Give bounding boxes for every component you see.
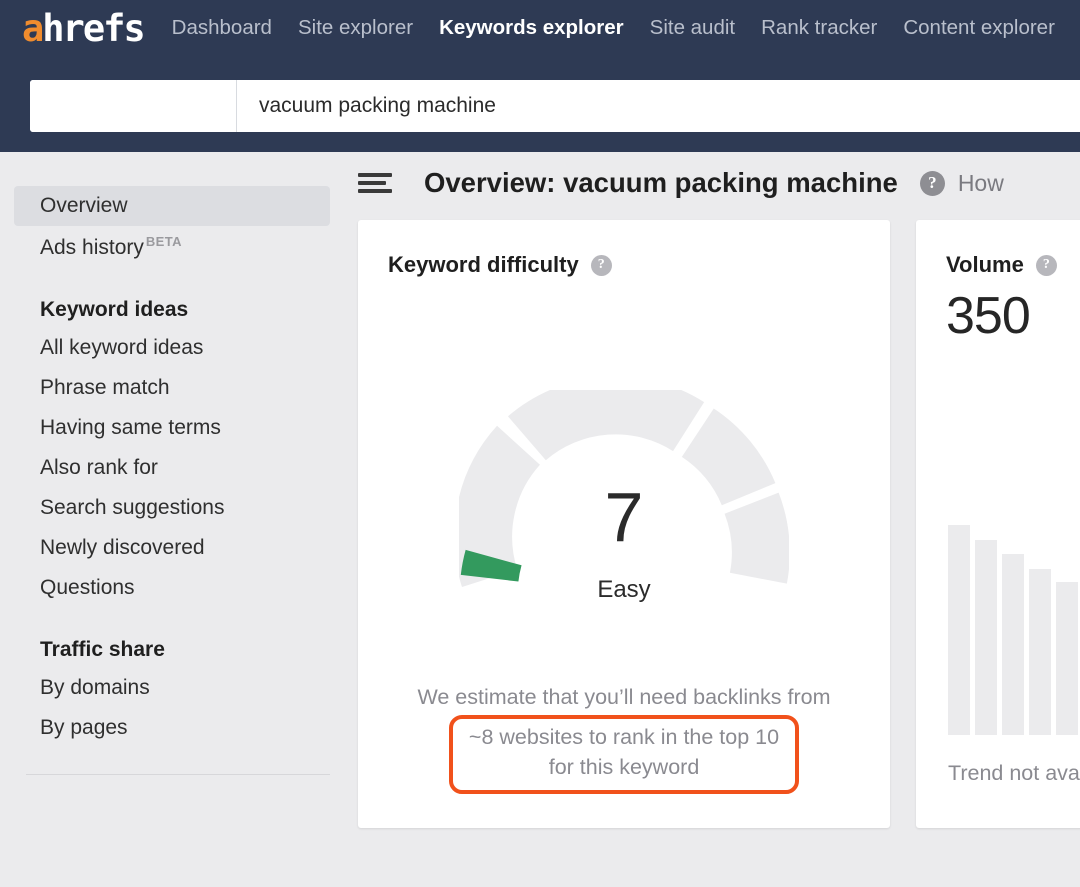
sidebar: Overview Ads historyBETA Keyword ideas A…	[0, 152, 345, 887]
card-title: Volume ?	[916, 220, 1080, 278]
volume-bar	[1056, 582, 1078, 735]
sidebar-item-newly-discovered[interactable]: Newly discovered	[14, 528, 330, 568]
logo-letter-a: a	[22, 7, 42, 50]
sidebar-item-label: Ads history	[40, 236, 144, 259]
nav-item-content-explorer[interactable]: Content explorer	[903, 16, 1055, 40]
difficulty-value: 7	[459, 482, 789, 552]
beta-badge: BETA	[146, 234, 182, 249]
metric-cards: Keyword difficulty ?	[345, 220, 1080, 828]
help-icon[interactable]: ?	[591, 255, 612, 276]
sidebar-item-ads-history[interactable]: Ads historyBETA	[14, 226, 330, 268]
sidebar-item-all-keyword-ideas[interactable]: All keyword ideas	[14, 328, 330, 368]
sidebar-divider	[26, 774, 330, 775]
search-bar	[30, 80, 1080, 132]
sidebar-item-overview[interactable]: Overview	[14, 186, 330, 226]
nav-item-rank-tracker[interactable]: Rank tracker	[761, 16, 877, 40]
sidebar-item-having-same-terms[interactable]: Having same terms	[14, 408, 330, 448]
estimate-line-2: ~8 websites to rank in the top 10	[469, 722, 779, 753]
difficulty-rating-label: Easy	[459, 576, 789, 604]
trend-unavailable-note: Trend not available	[948, 761, 1080, 786]
top-navigation-bar: ahrefs Dashboard Site explorer Keywords …	[0, 0, 1080, 152]
hamburger-line	[358, 189, 392, 193]
difficulty-gauge-wrapper: 7 Easy	[358, 390, 890, 605]
page-header: Overview: vacuum packing machine ? How	[345, 152, 1080, 214]
volume-trend-chart	[948, 525, 1080, 735]
country-selector[interactable]	[30, 80, 237, 132]
card-title: Keyword difficulty ?	[358, 220, 890, 278]
sidebar-item-questions[interactable]: Questions	[14, 568, 330, 608]
ahrefs-logo[interactable]: ahrefs	[22, 10, 144, 47]
volume-value: 350	[916, 278, 1080, 346]
keyword-difficulty-label: Keyword difficulty	[388, 252, 579, 278]
estimate-highlight-box: ~8 websites to rank in the top 10 for th…	[449, 715, 799, 794]
help-icon[interactable]: ?	[1036, 255, 1057, 276]
primary-nav: ahrefs Dashboard Site explorer Keywords …	[0, 0, 1080, 56]
main-content: Overview: vacuum packing machine ? How K…	[345, 152, 1080, 887]
hamburger-menu-icon[interactable]	[358, 170, 392, 196]
sidebar-item-label: Overview	[40, 194, 128, 217]
help-icon[interactable]: ?	[920, 171, 945, 196]
sidebar-item-search-suggestions[interactable]: Search suggestions	[14, 488, 330, 528]
keyword-difficulty-card: Keyword difficulty ?	[358, 220, 890, 828]
sidebar-heading-keyword-ideas: Keyword ideas	[14, 290, 330, 328]
volume-bar	[1029, 569, 1051, 735]
volume-bar	[1002, 554, 1024, 735]
logo-text: hrefs	[42, 7, 143, 50]
page-title: Overview: vacuum packing machine	[424, 167, 898, 199]
nav-item-site-explorer[interactable]: Site explorer	[298, 16, 413, 40]
sidebar-item-phrase-match[interactable]: Phrase match	[14, 368, 330, 408]
estimate-line-1: We estimate that you’ll need backlinks f…	[358, 682, 890, 713]
volume-label: Volume	[946, 252, 1024, 278]
hamburger-line	[358, 173, 392, 177]
keyword-search-input[interactable]	[237, 80, 1080, 132]
nav-item-dashboard[interactable]: Dashboard	[172, 16, 272, 40]
sidebar-heading-traffic-share: Traffic share	[14, 630, 330, 668]
volume-card: Volume ? 350 Trend not available	[916, 220, 1080, 828]
backlink-estimate: We estimate that you’ll need backlinks f…	[358, 682, 890, 794]
hamburger-line	[358, 181, 386, 185]
nav-item-site-audit[interactable]: Site audit	[650, 16, 735, 40]
sidebar-item-by-pages[interactable]: By pages	[14, 708, 330, 748]
difficulty-gauge: 7 Easy	[459, 390, 789, 605]
app-root: ahrefs Dashboard Site explorer Keywords …	[0, 0, 1080, 887]
sidebar-item-by-domains[interactable]: By domains	[14, 668, 330, 708]
volume-bar	[948, 525, 970, 735]
how-to-link[interactable]: How	[958, 170, 1004, 197]
sidebar-item-also-rank-for[interactable]: Also rank for	[14, 448, 330, 488]
estimate-line-3: for this keyword	[469, 752, 779, 783]
nav-item-keywords-explorer[interactable]: Keywords explorer	[439, 16, 624, 40]
volume-bar	[975, 540, 997, 735]
